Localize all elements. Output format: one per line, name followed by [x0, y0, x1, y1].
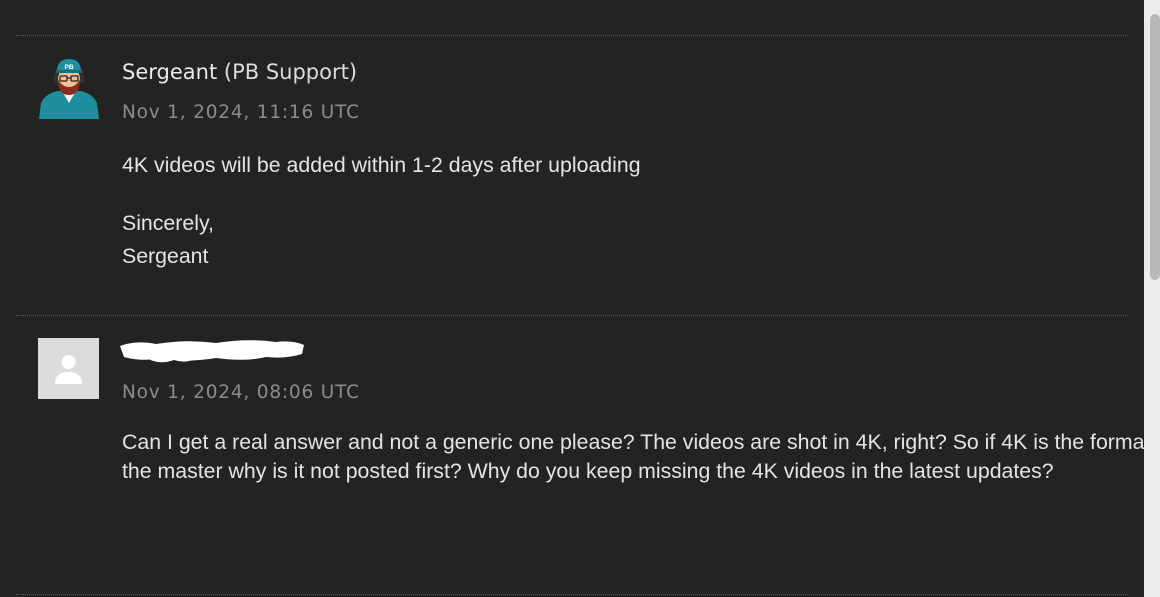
post-divider-bottom — [16, 594, 1128, 595]
redacted-author-name — [116, 336, 308, 370]
support-agent-avatar-icon[interactable]: PB — [38, 57, 100, 119]
post-body-line: 4K videos will be added within 1-2 days … — [122, 153, 641, 177]
post-body: Can I get a real answer and not a generi… — [122, 428, 1160, 486]
signature-line: Sincerely, — [122, 211, 214, 235]
scrollbar-thumb[interactable] — [1150, 14, 1160, 280]
post-body: 4K videos will be added within 1-2 days … — [122, 151, 641, 180]
post-divider — [16, 315, 1128, 316]
avatar-badge-text: PB — [64, 64, 73, 71]
post-divider-top — [16, 35, 1128, 36]
post-body-line: Can I get a real answer and not a generi… — [122, 430, 1160, 454]
author-role: (PB Support) — [223, 60, 358, 84]
author-name[interactable]: Sergeant — [122, 60, 217, 84]
post-date[interactable]: Nov 1, 2024, 08:06 UTC — [122, 382, 360, 403]
post-date[interactable]: Nov 1, 2024, 11:16 UTC — [122, 102, 360, 123]
post-author: Sergeant (PB Support) — [122, 60, 357, 84]
default-user-avatar-icon[interactable] — [38, 338, 99, 399]
post-signature: Sincerely, Sergeant — [122, 207, 214, 273]
post-body-line: the master why is it not posted first? W… — [122, 459, 1054, 483]
signature-line: Sergeant — [122, 244, 209, 268]
